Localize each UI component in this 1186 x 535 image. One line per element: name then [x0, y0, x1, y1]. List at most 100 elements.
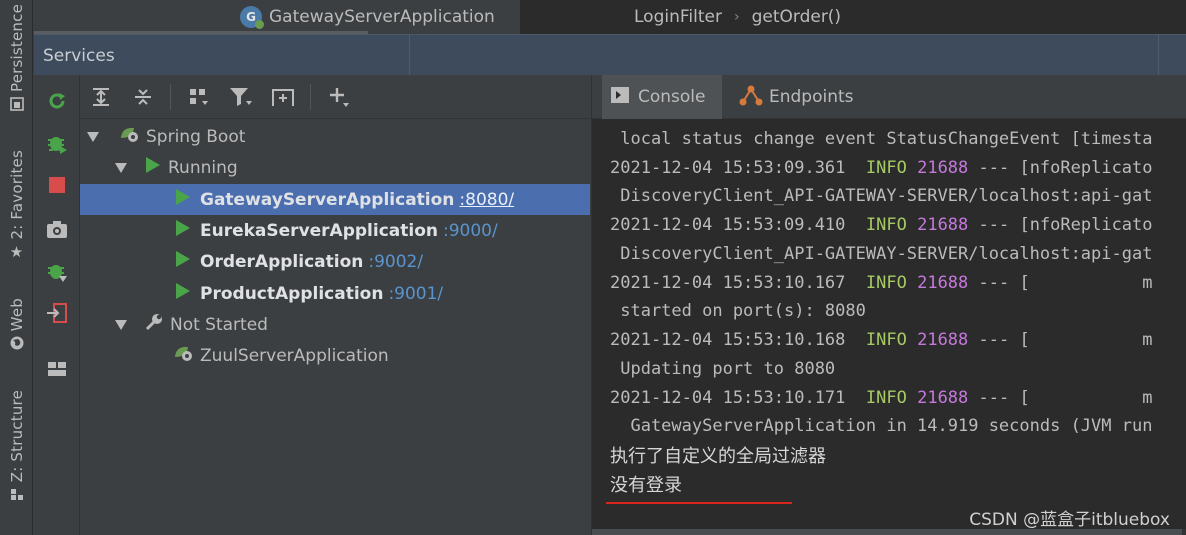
scrollbar-thumb[interactable] — [592, 529, 1182, 535]
breadcrumb-chevron-icon: › — [733, 9, 740, 25]
camera-icon — [47, 221, 67, 238]
log-line: local status change event StatusChangeEv… — [610, 129, 1153, 149]
tree-node-order-app[interactable]: OrderApplication :9002/ — [80, 246, 590, 277]
rerun-button[interactable] — [45, 89, 69, 113]
tree-node-eureka-server[interactable]: EurekaServerApplication :9000/ — [80, 215, 590, 246]
breadcrumb-method[interactable]: getOrder() — [752, 7, 842, 27]
tree-node-zuul-server[interactable]: ZuulServerApplication — [80, 340, 590, 371]
structure-tab-label: Z: Structure — [7, 390, 26, 483]
log-rest: --- [ m — [968, 273, 1153, 293]
layout-icon — [48, 362, 66, 376]
log-line: DiscoveryClient_API-GATEWAY-SERVER/local… — [610, 186, 1153, 206]
editor-tab-gateway[interactable]: G GatewayServerApplication — [34, 0, 520, 34]
web-tab-label: Web — [7, 298, 26, 332]
app-name: ProductApplication — [200, 283, 384, 304]
login-button[interactable] — [45, 301, 69, 325]
expand-arrow-icon[interactable] — [114, 318, 128, 332]
new-tab-icon — [272, 89, 294, 106]
spring-boot-icon — [172, 343, 194, 368]
log-timestamp: 2021-12-04 15:53:10.167 — [610, 273, 846, 293]
breadcrumb-class[interactable]: LoginFilter — [634, 7, 722, 27]
group-by-button[interactable] — [186, 84, 212, 110]
log-rest: --- [nfoReplicato — [968, 215, 1153, 235]
run-icon — [176, 251, 190, 272]
persistence-icon — [9, 96, 25, 112]
tab-endpoints[interactable]: Endpoints — [735, 75, 858, 119]
expand-all-button[interactable] — [88, 84, 114, 110]
port-link[interactable]: :8080/ — [459, 190, 514, 210]
log-line: started on port(s): 8080 — [610, 301, 866, 321]
group-icon — [190, 89, 208, 105]
run-icon — [146, 157, 160, 178]
log-level: INFO — [865, 273, 907, 293]
log-pid: 21688 — [917, 158, 969, 178]
favorites-tab[interactable]: 2: Favorites ★ — [0, 150, 33, 264]
editor-top-bar: G GatewayServerApplication LoginFilter ›… — [34, 0, 1186, 34]
tab-console[interactable]: Console — [602, 75, 722, 119]
structure-icon — [9, 486, 25, 502]
log-pid: 21688 — [917, 215, 969, 235]
filter-icon — [230, 88, 252, 106]
spring-app-icon: G — [240, 6, 264, 29]
header-divider — [1158, 35, 1159, 76]
web-tab[interactable]: Web — [0, 298, 33, 355]
log-rest: --- [nfoReplicato — [968, 158, 1153, 178]
snapshot-button[interactable] — [45, 217, 69, 241]
structure-tab[interactable]: Z: Structure — [0, 390, 33, 506]
login-icon — [47, 303, 67, 323]
horizontal-scrollbar[interactable] — [592, 529, 1186, 535]
log-level: INFO — [865, 388, 907, 408]
port-link[interactable]: :9001/ — [388, 284, 443, 304]
tree-node-spring-boot[interactable]: Spring Boot — [80, 121, 590, 152]
log-timestamp: 2021-12-04 15:53:10.171 — [610, 388, 846, 408]
console-panel: Console Endpoints local status change ev… — [591, 75, 1186, 535]
collapse-all-button[interactable] — [130, 84, 156, 110]
tree-node-running[interactable]: Running — [80, 152, 590, 183]
collapse-all-icon — [135, 89, 151, 105]
stop-icon — [49, 177, 65, 193]
log-timestamp: 2021-12-04 15:53:09.361 — [610, 158, 846, 178]
tab-console-label: Console — [638, 87, 706, 107]
filter-button[interactable] — [228, 84, 254, 110]
layout-button[interactable] — [45, 357, 69, 381]
star-icon: ★ — [9, 242, 24, 261]
port-link[interactable]: :9002/ — [368, 252, 423, 272]
filter-message: 执行了自定义的全局过滤器 — [610, 446, 826, 467]
open-in-new-tab-button[interactable] — [270, 84, 296, 110]
toolbar-separator — [310, 84, 311, 110]
tree-node-gateway-server[interactable]: GatewayServerApplication :8080/ — [80, 184, 590, 215]
log-line: 2021-12-04 15:53:10.168 INFO 21688 --- [… — [610, 326, 1153, 354]
console-tab-bar: Console Endpoints — [592, 75, 1186, 119]
services-tree-panel: Spring Boot Running GatewayServerApplica… — [80, 75, 590, 535]
csdn-watermark: CSDN @蓝盒子itbluebox — [969, 510, 1170, 530]
persistence-tab[interactable]: Persistence — [0, 4, 33, 116]
red-underline-annotation — [606, 502, 792, 504]
debug-attach-button[interactable] — [45, 259, 69, 283]
log-pid: 21688 — [917, 388, 969, 408]
app-name: EurekaServerApplication — [200, 220, 438, 241]
services-title: Services — [43, 46, 115, 66]
not-logged-in-message: 没有登录 — [610, 475, 682, 496]
add-service-button[interactable] — [326, 84, 352, 110]
tab-endpoints-label: Endpoints — [769, 87, 854, 107]
log-rest: --- [ m — [968, 388, 1153, 408]
favorites-tab-label: 2: Favorites — [7, 150, 26, 240]
log-line: DiscoveryClient_API-GATEWAY-SERVER/local… — [610, 244, 1153, 264]
stop-button[interactable] — [45, 173, 69, 197]
log-timestamp: 2021-12-04 15:53:10.168 — [610, 330, 846, 350]
tree-node-not-started[interactable]: Not Started — [80, 309, 590, 340]
tree-node-product-app[interactable]: ProductApplication :9001/ — [80, 278, 590, 309]
debug-icon — [48, 137, 67, 154]
debug-button[interactable] — [45, 131, 69, 155]
spring-boot-icon — [118, 124, 140, 149]
port-link[interactable]: :9000/ — [443, 221, 498, 241]
run-icon — [176, 220, 190, 241]
expand-arrow-icon[interactable] — [86, 130, 100, 144]
log-line: 2021-12-04 15:53:09.410 INFO 21688 --- [… — [610, 211, 1153, 239]
tree-toolbar — [80, 75, 590, 119]
app-name: OrderApplication — [200, 251, 364, 272]
services-actions-toolbar — [34, 75, 80, 535]
expand-arrow-icon[interactable] — [114, 161, 128, 175]
log-rest: --- [ m — [968, 330, 1153, 350]
tree-label: Not Started — [170, 314, 268, 335]
